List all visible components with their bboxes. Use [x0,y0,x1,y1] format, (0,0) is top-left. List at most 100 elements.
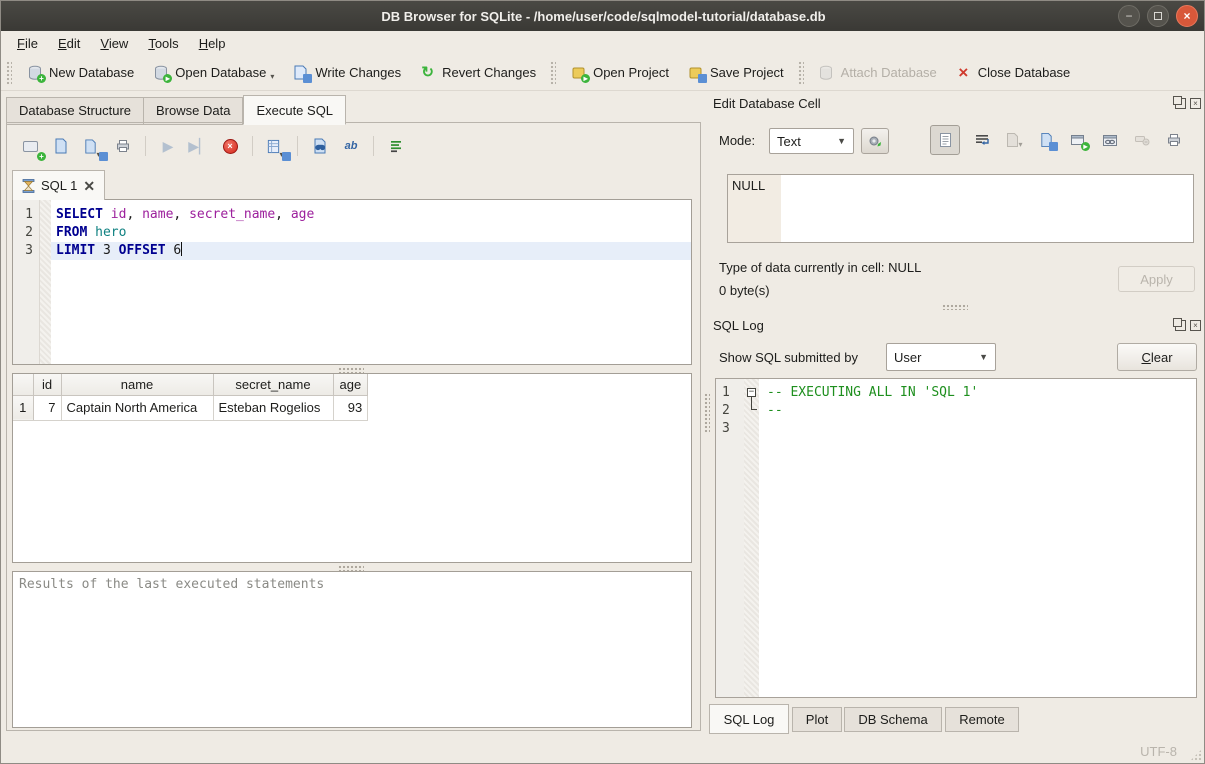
results-table: id name secret_name age 1 7 Captain Nort… [13,374,368,421]
maximize-button[interactable] [1147,5,1169,27]
table-header-row: id name secret_name age [13,374,368,395]
auto-switch-mode-button[interactable] [861,128,889,154]
menu-help[interactable]: Help [189,33,236,54]
tab-remote[interactable]: Remote [945,707,1019,732]
attach-database-icon [818,64,835,81]
dock-float-icon[interactable] [1175,320,1186,331]
open-sql-file-button[interactable] [48,133,74,159]
revert-changes-icon: ↻ [419,64,436,81]
tab-plot[interactable]: Plot [792,707,842,732]
tab-database-structure[interactable]: Database Structure [6,97,144,125]
results-table-pane: id name secret_name age 1 7 Captain Nort… [12,373,692,563]
tab-browse-data[interactable]: Browse Data [144,97,243,125]
close-sql-tab-icon[interactable]: ✕ [83,179,95,193]
find-button[interactable] [307,133,333,159]
sql-log-dock-header: SQL Log × [713,315,1201,335]
cell-size-info: 0 byte(s) [719,283,770,298]
main-splitter[interactable] [704,393,710,433]
menu-tools[interactable]: Tools [138,33,188,54]
dock-close-icon[interactable]: × [1190,320,1201,331]
tab-sql-log[interactable]: SQL Log [709,704,789,734]
open-database-button[interactable]: ▸ Open Database ▾ [143,59,283,86]
text-document-icon [938,132,953,148]
open-file-icon [53,138,69,154]
close-database-button[interactable]: × Close Database [946,59,1080,86]
menu-edit[interactable]: Edit [48,33,90,54]
toolbar-drag-handle[interactable] [6,61,12,85]
log-content: -- EXECUTING ALL IN 'SQL 1' -- [759,379,1196,697]
minimize-button[interactable]: − [1118,5,1140,27]
main-tabbar: Database Structure Browse Data Execute S… [6,95,346,125]
tab-db-schema[interactable]: DB Schema [844,707,942,732]
column-header-secret-name[interactable]: secret_name [213,374,333,395]
fold-marker[interactable]: − [747,388,756,397]
revert-changes-button[interactable]: ↻ Revert Changes [410,59,545,86]
toolbar-drag-handle[interactable] [798,61,804,85]
print-icon [1166,132,1182,148]
dock-close-icon[interactable]: × [1190,98,1201,109]
find-icon [312,138,328,154]
save-sql-file-button[interactable]: ▾ [79,133,105,159]
set-null-button[interactable] [1133,131,1151,149]
export-cell-data-button[interactable] [1037,131,1055,149]
print-cell-button[interactable] [1165,131,1183,149]
print-sql-button[interactable] [110,133,136,159]
format-sql-button[interactable] [383,133,409,159]
word-wrap-icon [974,132,990,148]
sql-code-area[interactable]: SELECT id, name, secret_name, age FROM h… [51,200,691,364]
sql-editor-tab[interactable]: SQL 1 ✕ [12,170,105,200]
stop-execution-button[interactable]: × [217,133,243,159]
column-header-id[interactable]: id [33,374,61,395]
new-sql-tab-button[interactable]: + [17,133,43,159]
cell-name[interactable]: Captain North America [61,395,213,420]
tab-execute-sql[interactable]: Execute SQL [243,95,346,125]
column-header-age[interactable]: age [333,374,368,395]
window-title: DB Browser for SQLite - /home/user/code/… [381,9,825,24]
apply-button[interactable]: Apply [1118,266,1195,292]
cell-secret-name[interactable]: Esteban Rogelios [213,395,333,420]
cell-id[interactable]: 7 [33,395,61,420]
mode-select[interactable]: Text ▼ [769,128,854,154]
code-line: FROM hero [51,224,691,242]
sql-editor[interactable]: 1 2 3 SELECT id, name, secret_name, age … [12,199,692,365]
toolbar-separator [145,136,146,156]
toolbar-drag-handle[interactable] [550,61,556,85]
open-project-icon: ▸ [570,64,587,81]
dock-float-icon[interactable] [1175,98,1186,109]
log-filter-select[interactable]: User ▼ [886,343,996,371]
word-wrap-button[interactable] [973,131,991,149]
text-cursor [181,242,182,256]
sql-tab-label: SQL 1 [41,178,77,193]
write-changes-button[interactable]: Write Changes [283,59,410,86]
new-tab-icon [23,141,38,152]
attach-database-button[interactable]: Attach Database [809,59,946,86]
execute-sql-button[interactable]: ▶ [155,133,181,159]
column-header-name[interactable]: name [61,374,213,395]
replace-button[interactable]: ab [338,133,364,159]
close-button[interactable]: × [1176,5,1198,27]
execute-line-button[interactable]: ▶▏ [186,133,212,159]
menu-view[interactable]: View [90,33,138,54]
save-project-button[interactable]: Save Project [678,59,793,86]
clear-log-button[interactable]: Clear [1117,343,1197,371]
toolbar-separator [297,136,298,156]
open-in-external-app-button[interactable]: ▸ [1069,131,1087,149]
corner-header[interactable] [13,374,33,395]
cell-value-editor[interactable]: NULL [727,174,1194,243]
log-fold-margin: − [744,379,759,697]
edit-cell-title: Edit Database Cell [713,96,1171,111]
new-database-button[interactable]: + New Database [17,59,143,86]
menu-file[interactable]: File [7,33,48,54]
copy-link-button[interactable] [1101,131,1119,149]
titlebar[interactable]: DB Browser for SQLite - /home/user/code/… [1,1,1205,31]
save-results-button[interactable]: ▾ [262,133,288,159]
import-cell-data-button[interactable]: ▾ [1005,131,1023,149]
text-mode-button[interactable] [930,125,960,155]
cell-age[interactable]: 93 [333,395,368,420]
open-database-dropdown-arrow[interactable]: ▾ [270,72,274,81]
close-database-icon: × [955,64,972,81]
resize-grip[interactable] [1190,749,1202,761]
row-header[interactable]: 1 [13,395,33,420]
open-project-button[interactable]: ▸ Open Project [561,59,678,86]
dock-splitter[interactable] [942,304,968,310]
